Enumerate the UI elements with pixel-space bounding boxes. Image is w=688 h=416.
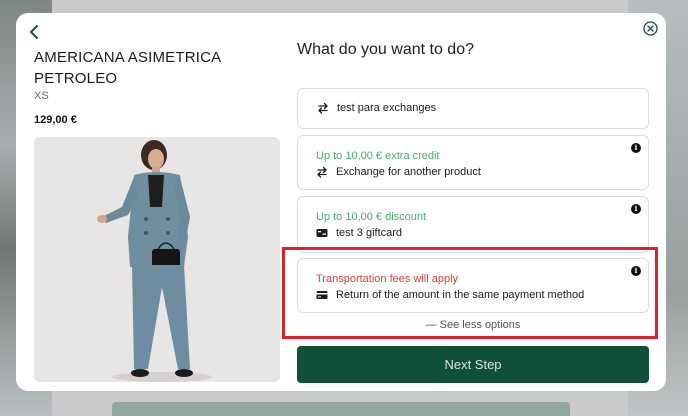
info-icon[interactable]: i [631, 204, 641, 214]
product-price: 129,00 € [34, 114, 77, 126]
back-button[interactable] [26, 23, 44, 41]
info-icon[interactable]: i [631, 143, 641, 153]
option-promo-text: Up to 10,00 € discount [316, 211, 427, 223]
option-promo-text: Up to 10,00 € extra credit [316, 150, 440, 162]
product-title: AMERICANA ASIMETRICA PETROLEO [34, 49, 221, 87]
chevron-left-icon [30, 25, 38, 39]
option-label: Exchange for another product [336, 166, 481, 178]
credit-card-icon [316, 289, 328, 301]
option-warning-text: Transportation fees will apply [316, 273, 459, 285]
question-heading: What do you want to do? [297, 41, 474, 58]
product-image [34, 137, 280, 382]
option-giftcard[interactable]: i Up to 10,00 € discount test 3 giftcard [297, 196, 649, 253]
close-button[interactable] [643, 21, 658, 36]
see-less-options-link[interactable]: — See less options [297, 319, 649, 331]
exchange-arrows-icon [316, 166, 328, 178]
info-icon[interactable]: i [631, 266, 641, 276]
return-options-modal: AMERICANA ASIMETRICA PETROLEO XS 129,00 … [16, 13, 666, 391]
option-refund-payment-method[interactable]: i Transportation fees will apply Return … [297, 258, 649, 313]
option-exchange-product[interactable]: i Up to 10,00 € extra credit Exchange fo… [297, 135, 649, 190]
giftcard-icon [316, 227, 328, 239]
option-label: Return of the amount in the same payment… [336, 289, 585, 301]
next-step-button[interactable]: Next Step [297, 346, 649, 383]
option-label: test para exchanges [337, 102, 437, 114]
product-size: XS [34, 90, 49, 102]
option-label: test 3 giftcard [336, 227, 403, 239]
exchange-arrows-icon [317, 102, 329, 114]
close-circle-icon [643, 21, 658, 36]
background-bottom-bar [112, 402, 570, 416]
option-test-exchanges[interactable]: test para exchanges [297, 88, 649, 129]
